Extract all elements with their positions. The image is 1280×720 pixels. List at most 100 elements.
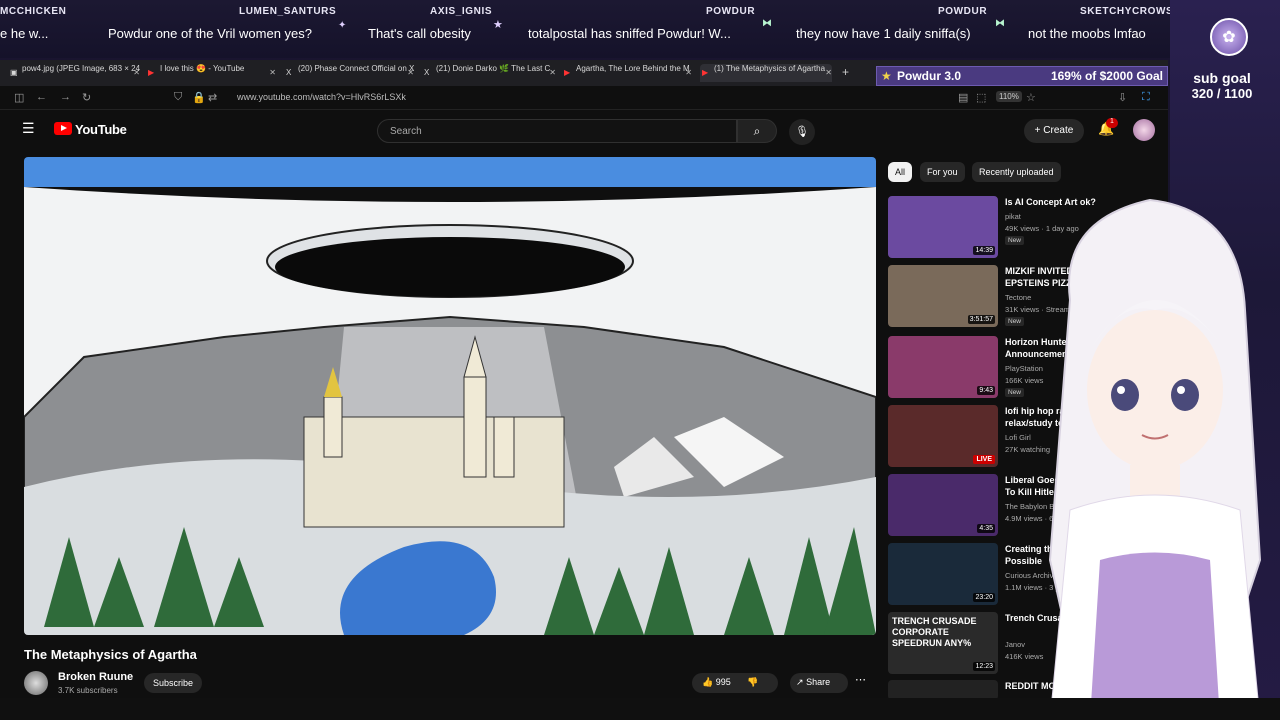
youtube-icon: ▶: [148, 68, 155, 77]
mic-icon: 🎙: [795, 126, 809, 138]
chat-username: AXIS_IGNIS: [430, 6, 493, 17]
search-input[interactable]: Search: [377, 119, 737, 143]
share-button[interactable]: ↗ Share: [790, 673, 848, 693]
video-duration: 12:23: [973, 662, 995, 671]
donation-goal-progress: 169% of $2000 Goal: [1050, 69, 1163, 83]
avatar[interactable]: [1133, 119, 1155, 141]
video-duration: 14:39: [973, 246, 995, 255]
video-thumbnail[interactable]: 4:35: [888, 474, 998, 536]
search-icon: ⌕: [753, 124, 761, 138]
chat-text: e he w...: [0, 26, 49, 41]
extension-icon[interactable]: ⛶: [1142, 91, 1150, 104]
channel-avatar[interactable]: [24, 671, 48, 695]
sub-goal: sub goal 320 / 1100: [1168, 70, 1276, 101]
permissions-icon[interactable]: ⇄: [208, 91, 217, 104]
video-thumbnail[interactable]: 14:39: [888, 196, 998, 258]
youtube-logo-text[interactable]: YouTube: [75, 122, 127, 137]
browser-tab[interactable]: ▶ I love this 😍 - YouTube ✕: [146, 64, 276, 82]
close-icon[interactable]: ✕: [549, 68, 556, 77]
close-icon[interactable]: ✕: [269, 68, 276, 77]
zoom-level[interactable]: 110%: [996, 91, 1022, 102]
create-button[interactable]: + Create: [1024, 119, 1084, 143]
new-badge: New: [1005, 236, 1025, 245]
video-duration: 23:20: [973, 593, 995, 602]
channel-name[interactable]: pikat: [1005, 212, 1021, 221]
tab-label: I love this 😍 - YouTube: [160, 64, 245, 73]
donation-goal-title: Powdur 3.0: [897, 69, 962, 83]
new-tab-button[interactable]: +: [842, 65, 849, 79]
forward-icon[interactable]: →: [60, 91, 71, 103]
star-icon: ★: [493, 19, 503, 31]
close-icon[interactable]: ✕: [825, 68, 832, 77]
youtube-icon: ▶: [702, 68, 709, 77]
youtube-logo-icon[interactable]: [54, 122, 72, 135]
extension-icon[interactable]: ⇩: [1118, 91, 1127, 104]
close-icon[interactable]: ✕: [133, 68, 140, 77]
close-icon[interactable]: ✕: [685, 68, 692, 77]
video-thumbnail[interactable]: LIVE: [888, 405, 998, 467]
video-thumbnail[interactable]: TRENCH CRUSADE CORPORATE SPEEDRUN ANY% 1…: [888, 612, 998, 674]
screenshot-icon[interactable]: ⬚: [976, 91, 986, 104]
close-icon[interactable]: ✕: [407, 68, 414, 77]
tab-label: pow4.jpg (JPEG Image, 683 × 247 p: [22, 64, 140, 73]
sub-goal-count: 320 / 1100: [1191, 86, 1253, 101]
image-icon: ▣: [10, 68, 18, 77]
reader-icon[interactable]: ▤: [958, 91, 968, 104]
channel-name[interactable]: Janov: [1005, 640, 1025, 649]
video-thumbnail[interactable]: 9:43: [888, 336, 998, 398]
browser-tab[interactable]: ▣ pow4.jpg (JPEG Image, 683 × 247 p ✕: [8, 64, 140, 82]
chat-username: MCCHICKEN: [0, 6, 67, 17]
voice-search-button[interactable]: 🎙: [789, 119, 815, 145]
tab-label: (21) Donie Darko 🌿 The Last C: [436, 64, 551, 73]
address-bar: ◫ ← → ↻ ⛉ 🔒 ⇄ www.youtube.com/watch?v=Hl…: [0, 86, 1168, 110]
sparkle-icon: ✦: [338, 20, 347, 31]
sidebar-toggle-icon[interactable]: ◫: [14, 91, 24, 104]
new-badge: New: [1005, 317, 1025, 326]
chip-recently-uploaded[interactable]: Recently uploaded: [972, 162, 1061, 182]
thumbs-up-icon: 👍: [702, 677, 714, 687]
new-badge: New: [1005, 388, 1025, 397]
chip-for-you[interactable]: For you: [920, 162, 965, 182]
streamer-avatar: ✿: [1210, 18, 1248, 56]
subscriber-count: 3.7K subscribers: [58, 686, 118, 695]
browser-tab[interactable]: ▶ Agartha, The Lore Behind the M ✕: [562, 64, 692, 82]
channel-name[interactable]: Tectone: [1005, 293, 1031, 302]
chat-text: they now have 1 daily sniffa(s): [796, 26, 971, 41]
browser-tab-active[interactable]: ▶ (1) The Metaphysics of Agartha ✕: [700, 64, 832, 82]
like-button[interactable]: 👍 995 👎: [692, 673, 778, 693]
share-icon: ↗: [796, 677, 804, 687]
subscribe-button[interactable]: Subscribe: [144, 673, 202, 693]
url-field[interactable]: www.youtube.com/watch?v=HlvRS6rLSXk: [237, 92, 406, 102]
chat-username: LUMEN_SANTURS: [239, 6, 337, 17]
browser-tab[interactable]: X (20) Phase Connect Official on X ✕: [284, 64, 414, 82]
share-label: Share: [806, 677, 831, 687]
video-thumbnail[interactable]: 3:51:57: [888, 265, 998, 327]
chat-text: totalpostal has sniffed Powdur! W...: [528, 26, 731, 41]
chat-text: That's call obesity: [368, 26, 471, 41]
video-duration: 4:35: [977, 524, 995, 533]
like-count: 995: [715, 677, 731, 687]
more-options-icon[interactable]: ⋯: [855, 673, 866, 686]
bow-icon: ⧓: [995, 18, 1005, 29]
video-frame: [24, 157, 876, 635]
chip-all[interactable]: All: [888, 162, 913, 182]
video-player[interactable]: [24, 157, 876, 635]
channel-name[interactable]: Broken Ruune: [58, 671, 133, 683]
bookmark-star-icon[interactable]: ☆: [1026, 91, 1036, 104]
browser-tab[interactable]: X (21) Donie Darko 🌿 The Last C ✕: [422, 64, 556, 82]
channel-name[interactable]: Lofi Girl: [1005, 433, 1031, 442]
shield-icon[interactable]: ⛉: [174, 91, 182, 104]
lock-icon: 🔒: [192, 92, 206, 104]
create-label: Create: [1043, 125, 1074, 136]
thumbs-down-icon[interactable]: 👎: [747, 677, 758, 687]
x-icon: X: [286, 68, 292, 77]
tab-label: Agartha, The Lore Behind the M: [576, 64, 690, 73]
video-thumbnail[interactable]: 23:20: [888, 543, 998, 605]
video-title: The Metaphysics of Agartha: [24, 647, 197, 662]
back-icon[interactable]: ←: [36, 91, 47, 103]
video-thumbnail[interactable]: [888, 680, 998, 700]
menu-icon[interactable]: ☰: [22, 120, 35, 137]
sub-goal-label: sub goal: [1193, 70, 1251, 86]
reload-icon[interactable]: ↻: [82, 91, 91, 104]
search-button[interactable]: ⌕: [737, 119, 777, 143]
